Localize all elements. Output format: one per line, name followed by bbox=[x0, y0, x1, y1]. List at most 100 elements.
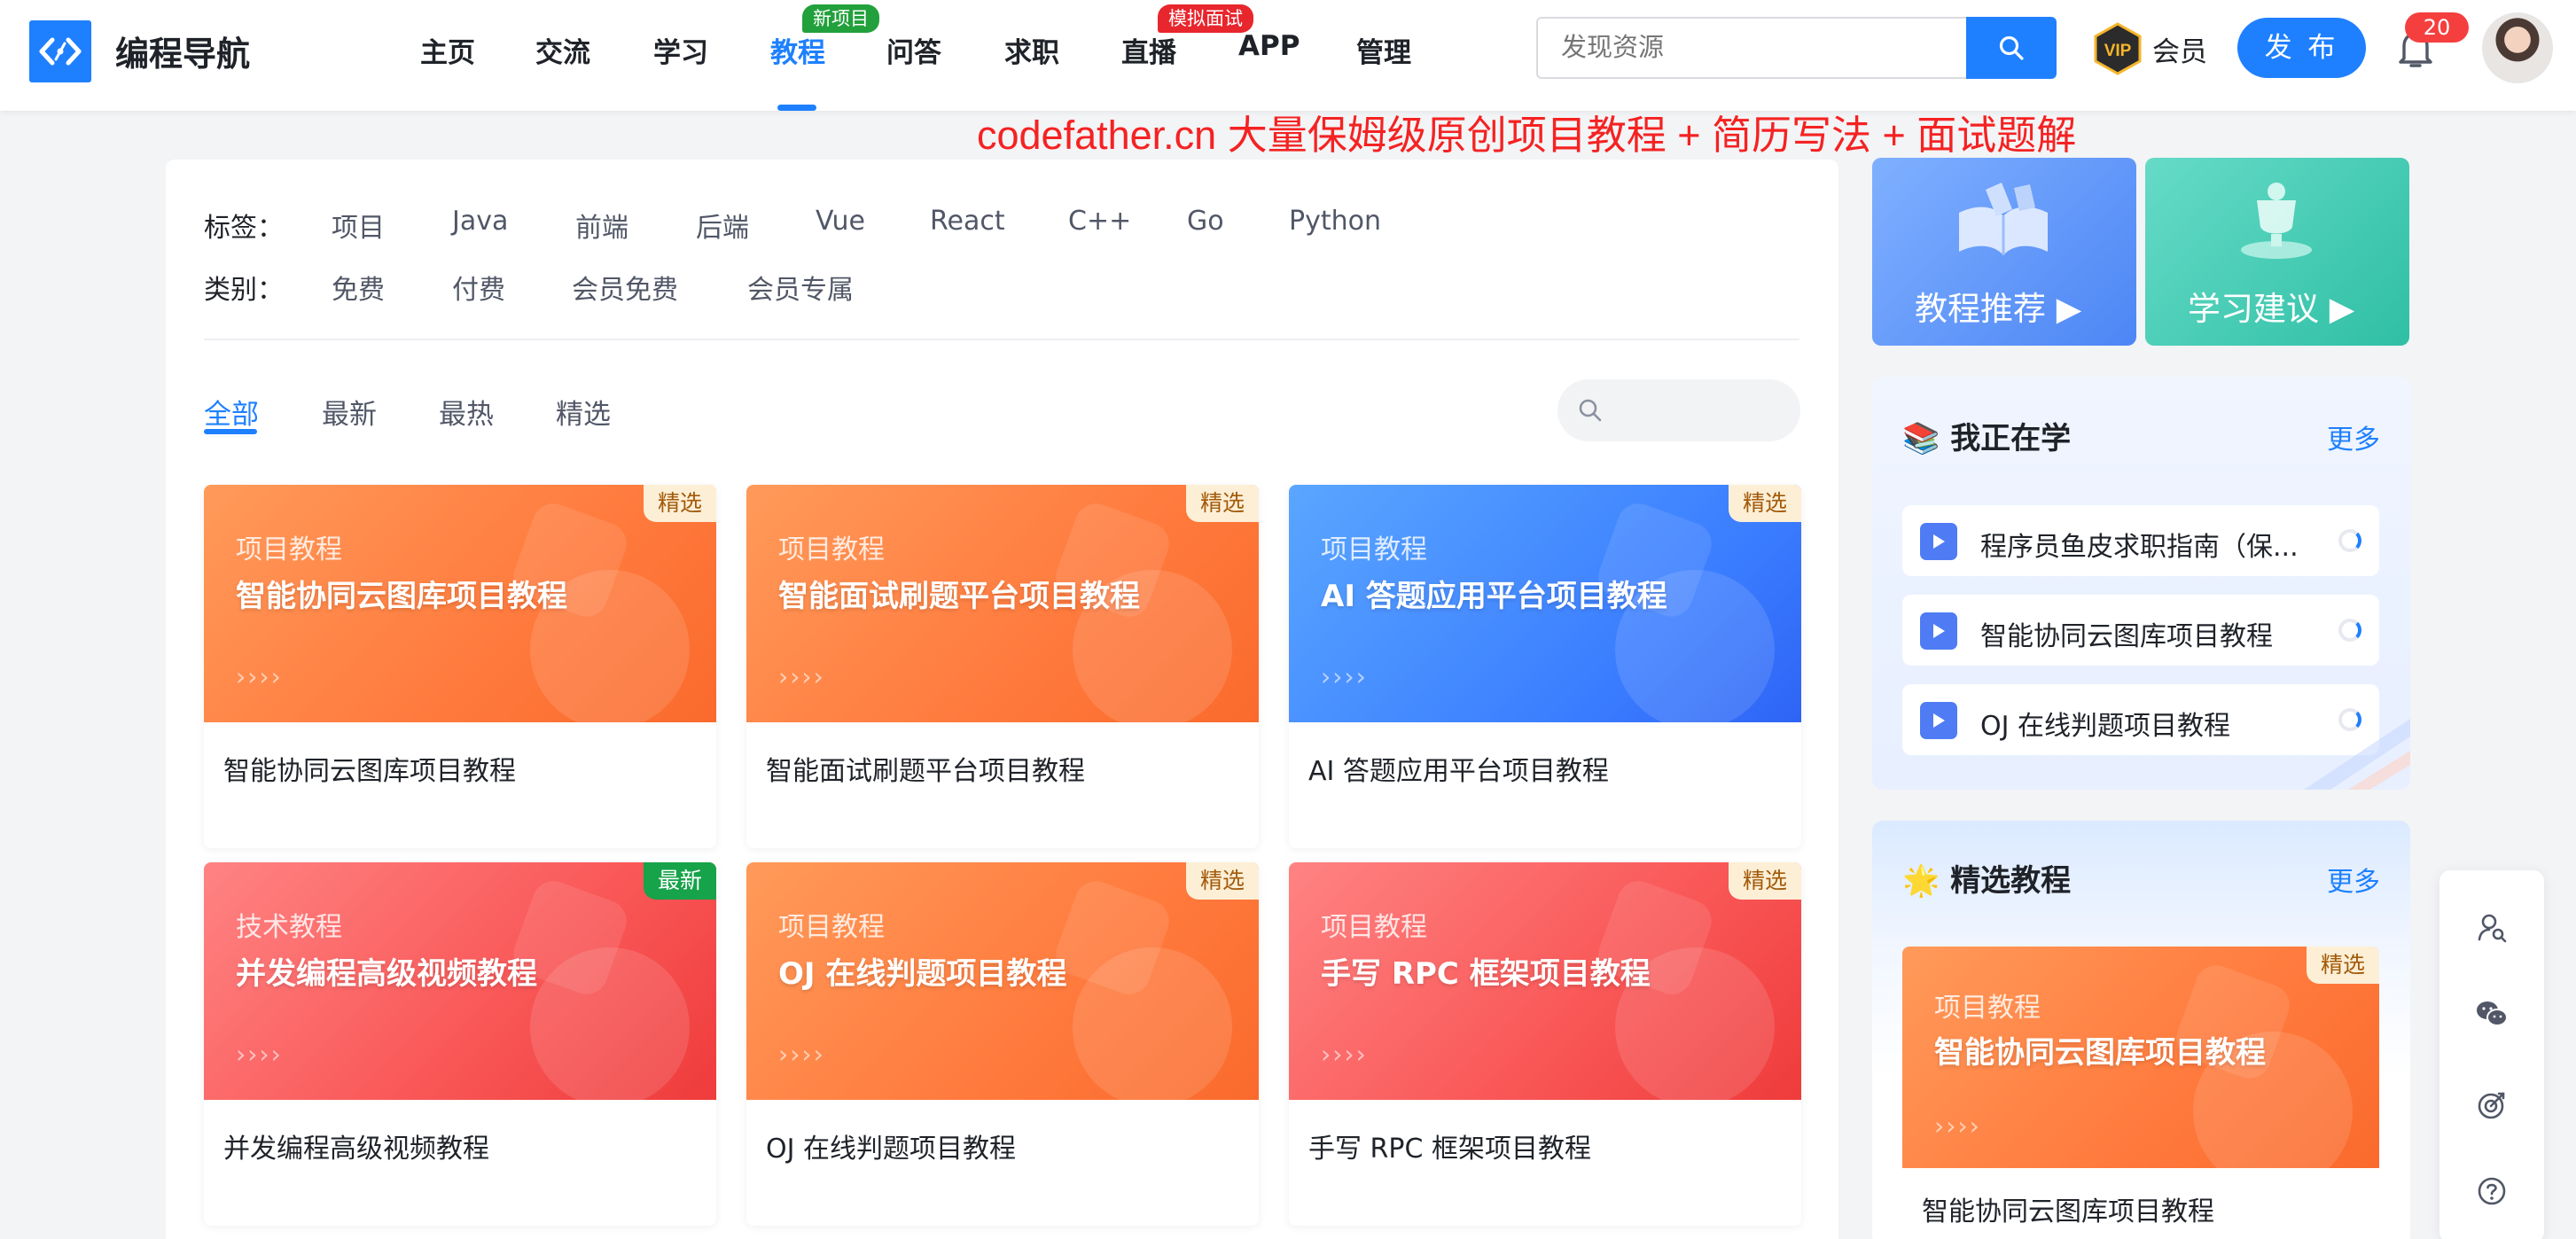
nav-app[interactable]: APP bbox=[1238, 30, 1300, 62]
logo[interactable] bbox=[29, 20, 91, 82]
featured-more-link[interactable]: 更多 bbox=[2327, 860, 2380, 899]
code-logo-icon bbox=[39, 37, 82, 66]
featured-badge: 精选 bbox=[643, 485, 716, 522]
nav-live[interactable]: 直播 bbox=[1121, 30, 1176, 70]
tutorial-card[interactable]: 项目教程 OJ 在线判题项目教程 ›››› 精选 OJ 在线判题项目教程 bbox=[746, 862, 1259, 1226]
nav-home[interactable]: 主页 bbox=[420, 30, 475, 70]
play-icon bbox=[1920, 612, 1957, 650]
notification-count: 20 bbox=[2405, 12, 2469, 43]
learning-title: 📚 我正在学 bbox=[1902, 414, 2071, 457]
svg-text:VIP: VIP bbox=[2104, 42, 2132, 60]
card-title[interactable]: OJ 在线判题项目教程 bbox=[766, 1126, 1016, 1165]
learning-title-text: 我正在学 bbox=[1950, 421, 2072, 456]
learning-item-title: 智能协同云图库项目教程 bbox=[1980, 621, 2273, 652]
target-icon[interactable] bbox=[2472, 1086, 2511, 1125]
card-category: 项目教程 bbox=[236, 534, 342, 565]
card-cover-title: 并发编程高级视频教程 bbox=[236, 956, 537, 992]
list-search-input[interactable] bbox=[1557, 379, 1800, 441]
card-title[interactable]: 并发编程高级视频教程 bbox=[223, 1126, 489, 1165]
card-title[interactable]: 智能面试刷题平台项目教程 bbox=[766, 749, 1085, 788]
vip-label: 会员 bbox=[2152, 35, 2207, 68]
nav-admin[interactable]: 管理 bbox=[1356, 30, 1411, 70]
tutorial-list-panel: 标签： 项目 Java 前端 后端 Vue React C++ Go Pytho… bbox=[166, 160, 1838, 1239]
card-cover: 技术教程 并发编程高级视频教程 ›››› 最新 bbox=[204, 862, 716, 1100]
tag-filter[interactable]: 项目 bbox=[332, 206, 385, 245]
tutorial-card[interactable]: 技术教程 并发编程高级视频教程 ›››› 最新 并发编程高级视频教程 bbox=[204, 862, 716, 1226]
learning-item[interactable]: 程序员鱼皮求职指南（保... bbox=[1902, 505, 2379, 576]
trophy-icon bbox=[2241, 183, 2312, 259]
books-icon: 📚 bbox=[1902, 421, 1940, 456]
tab-hottest[interactable]: 最热 bbox=[439, 392, 494, 432]
play-icon bbox=[1920, 523, 1957, 560]
tutorial-recommend-banner[interactable]: 教程推荐 ▶ bbox=[1872, 158, 2136, 346]
card-title[interactable]: 智能协同云图库项目教程 bbox=[1922, 1189, 2214, 1228]
promo-banner-text: codefather.cn 大量保姆级原创项目教程 + 简历写法 + 面试题解 bbox=[977, 113, 2077, 158]
cover-arrows: ›››› bbox=[1934, 1111, 1981, 1141]
vip-crown-icon: VIP bbox=[2094, 22, 2142, 75]
tag-filter[interactable]: Python bbox=[1289, 206, 1381, 237]
floating-toolbar bbox=[2439, 870, 2544, 1239]
brand-name[interactable]: 编程导航 bbox=[115, 27, 250, 75]
category-filter[interactable]: 付费 bbox=[452, 268, 505, 307]
study-advice-banner[interactable]: 学习建议 ▶ bbox=[2145, 158, 2409, 346]
tag-filter[interactable]: 后端 bbox=[696, 206, 749, 245]
featured-title: 🌟 精选教程 bbox=[1902, 856, 2071, 900]
mock-interview-badge: 模拟面试 bbox=[1158, 4, 1253, 33]
vip-entry[interactable]: VIP 会员 bbox=[2090, 21, 2207, 76]
card-cover-title: 智能协同云图库项目教程 bbox=[236, 579, 567, 614]
tag-filter[interactable]: 前端 bbox=[575, 206, 628, 245]
tags-label: 标签： bbox=[204, 213, 284, 244]
nav-exchange[interactable]: 交流 bbox=[535, 30, 590, 70]
tag-filter[interactable]: Vue bbox=[816, 206, 865, 237]
category-filter[interactable]: 免费 bbox=[332, 268, 385, 307]
nav-tutorial[interactable]: 教程 bbox=[770, 30, 825, 70]
card-cover: 项目教程 手写 RPC 框架项目教程 ›››› 精选 bbox=[1289, 862, 1801, 1100]
category-filter[interactable]: 会员免费 bbox=[572, 268, 678, 307]
tag-filter[interactable]: React bbox=[930, 206, 1005, 237]
card-title[interactable]: 手写 RPC 框架项目教程 bbox=[1308, 1126, 1591, 1165]
help-icon[interactable] bbox=[2472, 1172, 2511, 1211]
featured-title-text: 精选教程 bbox=[1950, 863, 2072, 899]
tutorial-card[interactable]: 项目教程 手写 RPC 框架项目教程 ›››› 精选 手写 RPC 框架项目教程 bbox=[1289, 862, 1801, 1226]
card-cover: 项目教程 智能协同云图库项目教程 ›››› 精选 bbox=[1902, 947, 2379, 1168]
card-category: 项目教程 bbox=[1321, 912, 1427, 943]
search-button[interactable] bbox=[1966, 17, 2057, 79]
nav-qa[interactable]: 问答 bbox=[886, 30, 941, 70]
tab-latest[interactable]: 最新 bbox=[322, 392, 377, 432]
cover-arrows: ›››› bbox=[236, 1040, 283, 1069]
card-category: 项目教程 bbox=[778, 534, 885, 565]
book-icon bbox=[1959, 183, 2048, 255]
learning-more-link[interactable]: 更多 bbox=[2327, 417, 2380, 456]
nav-jobs[interactable]: 求职 bbox=[1004, 30, 1059, 70]
featured-badge: 精选 bbox=[1728, 862, 1801, 900]
user-search-icon[interactable] bbox=[2472, 908, 2511, 947]
progress-ring-icon bbox=[2338, 529, 2361, 552]
nav-study[interactable]: 学习 bbox=[653, 30, 708, 70]
card-cover: 项目教程 智能协同云图库项目教程 ›››› 精选 bbox=[204, 485, 716, 722]
card-title[interactable]: 智能协同云图库项目教程 bbox=[223, 749, 516, 788]
tab-all[interactable]: 全部 bbox=[204, 392, 259, 432]
card-cover-title: 智能协同云图库项目教程 bbox=[1934, 1035, 2266, 1071]
publish-button[interactable]: 发 布 bbox=[2237, 18, 2366, 78]
tutorial-card[interactable]: 项目教程 AI 答题应用平台项目教程 ›››› 精选 AI 答题应用平台项目教程 bbox=[1289, 485, 1801, 848]
category-filter[interactable]: 会员专属 bbox=[747, 268, 854, 307]
featured-badge: 精选 bbox=[1185, 862, 1259, 900]
card-category: 项目教程 bbox=[1321, 534, 1427, 565]
search-input[interactable] bbox=[1536, 17, 1968, 79]
featured-tutorial-card[interactable]: 项目教程 智能协同云图库项目教程 ›››› 精选 智能协同云图库项目教程 bbox=[1902, 947, 2379, 1239]
tag-filter[interactable]: C++ bbox=[1068, 206, 1131, 237]
card-title[interactable]: AI 答题应用平台项目教程 bbox=[1308, 749, 1609, 788]
tutorial-card[interactable]: 项目教程 智能面试刷题平台项目教程 ›››› 精选 智能面试刷题平台项目教程 bbox=[746, 485, 1259, 848]
card-cover-title: 智能面试刷题平台项目教程 bbox=[778, 579, 1140, 614]
card-category: 项目教程 bbox=[1934, 993, 2041, 1024]
tag-filter[interactable]: Go bbox=[1187, 206, 1224, 237]
card-category: 项目教程 bbox=[778, 912, 885, 943]
tab-featured[interactable]: 精选 bbox=[556, 392, 611, 432]
wechat-icon[interactable] bbox=[2472, 994, 2511, 1033]
new-project-badge: 新项目 bbox=[802, 4, 879, 33]
tutorial-card[interactable]: 项目教程 智能协同云图库项目教程 ›››› 精选 智能协同云图库项目教程 bbox=[204, 485, 716, 848]
avatar[interactable] bbox=[2482, 12, 2553, 83]
learning-panel: 📚 我正在学 更多 程序员鱼皮求职指南（保... 智能协同云图库项目教程 OJ … bbox=[1872, 377, 2410, 790]
learning-item[interactable]: 智能协同云图库项目教程 bbox=[1902, 595, 2379, 666]
tag-filter[interactable]: Java bbox=[452, 206, 508, 237]
